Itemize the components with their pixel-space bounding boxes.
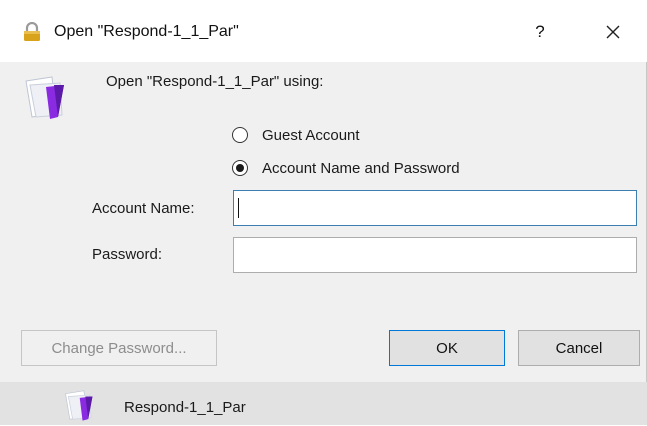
help-button[interactable]: ? (526, 19, 554, 45)
password-input[interactable] (233, 237, 637, 273)
lock-icon (22, 21, 42, 42)
guest-account-radio[interactable] (232, 127, 248, 143)
account-name-label: Account Name: (92, 200, 195, 217)
account-name-password-radio[interactable] (232, 160, 248, 176)
open-prompt: Open "Respond-1_1_Par" using: (106, 73, 324, 90)
dialog-title: Open "Respond-1_1_Par" (54, 23, 239, 40)
title-bar[interactable]: Open "Respond-1_1_Par" ? (0, 0, 647, 62)
cancel-button[interactable]: Cancel (518, 330, 640, 366)
taskbar-item-label[interactable]: Respond-1_1_Par (124, 399, 246, 416)
guest-account-label: Guest Account (262, 126, 360, 144)
ok-button[interactable]: OK (389, 330, 505, 366)
text-caret (238, 198, 239, 218)
change-password-button[interactable]: Change Password... (21, 330, 217, 366)
open-file-dialog: Open "Respond-1_1_Par" ? Open "Respond-1… (0, 0, 647, 382)
filemaker-folder-icon[interactable] (62, 388, 96, 422)
filemaker-folder-icon (22, 73, 68, 121)
close-icon[interactable] (598, 17, 628, 47)
password-label: Password: (92, 246, 163, 263)
account-name-password-label: Account Name and Password (262, 159, 460, 177)
account-name-input[interactable] (233, 190, 637, 226)
account-name-password-option[interactable]: Account Name and Password (232, 157, 460, 179)
taskbar-item[interactable] (0, 382, 647, 425)
guest-account-option[interactable]: Guest Account (232, 124, 360, 146)
